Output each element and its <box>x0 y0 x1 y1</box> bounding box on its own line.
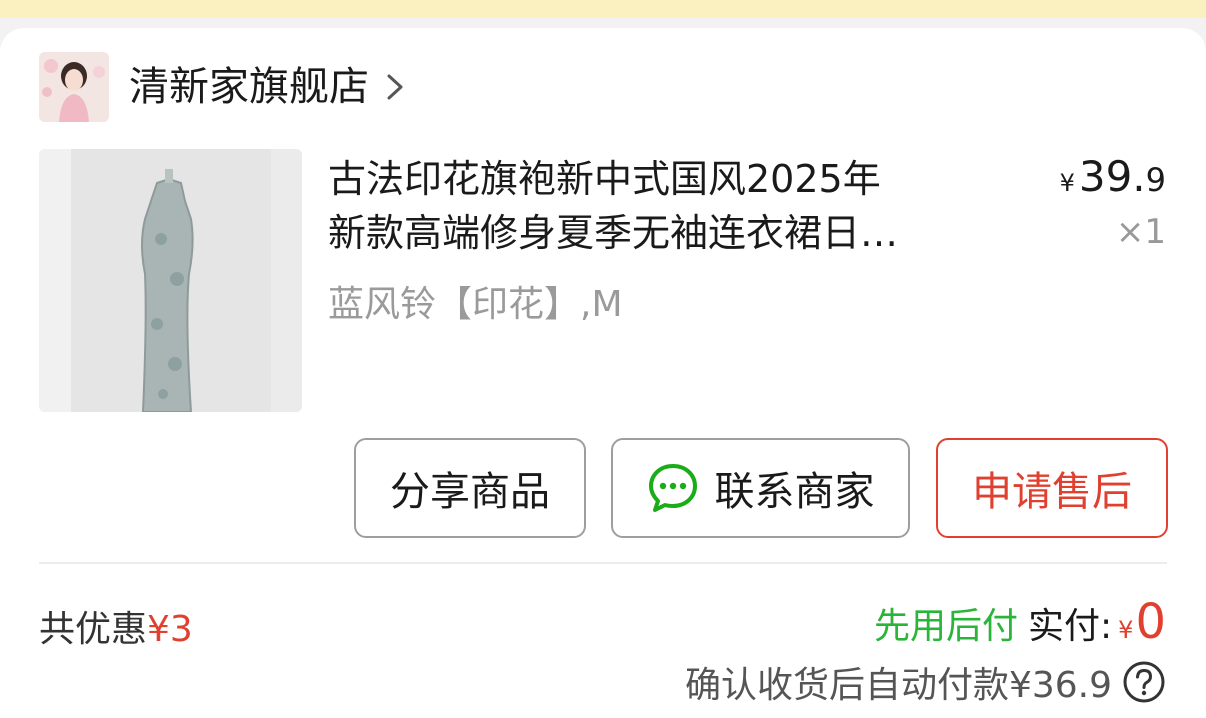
chat-bubble-icon <box>648 464 697 512</box>
question-mark-icon[interactable] <box>1122 660 1166 704</box>
pay-later-label: 先用后付 <box>874 606 1019 647</box>
store-avatar <box>39 52 109 122</box>
paid-currency: ¥ <box>1118 616 1134 644</box>
price-decimal: 9 <box>1145 161 1166 199</box>
payment-summary: 先用后付 实付: ¥ 0 <box>874 594 1166 650</box>
product-title-line-1: 古法印花旗袍新中式国风2025年 <box>328 157 881 201</box>
paid-amount: 0 <box>1135 594 1166 650</box>
share-product-button[interactable]: 分享商品 <box>354 438 586 538</box>
chevron-right-icon <box>387 74 403 100</box>
after-sale-label: 申请售后 <box>972 469 1132 515</box>
product-spec: 蓝风铃【印花】,M <box>328 284 623 325</box>
contact-merchant-button[interactable]: 联系商家 <box>611 438 910 538</box>
product-quantity: ×1 <box>1115 212 1166 252</box>
store-name: 清新家旗舰店 <box>129 64 369 110</box>
share-product-label: 分享商品 <box>390 469 550 515</box>
auto-pay-note: 确认收货后自动付款¥36.9 <box>685 656 1166 708</box>
product-title-line-2: 新款高端修身夏季无袖连衣裙日… <box>328 211 899 255</box>
store-header[interactable]: 清新家旗舰店 <box>39 52 407 122</box>
price-currency: ¥ <box>1059 169 1075 197</box>
auto-pay-text: 确认收货后自动付款¥36.9 <box>684 665 1112 706</box>
discount-summary: 共优惠¥3 <box>39 600 193 652</box>
contact-merchant-label: 联系商家 <box>714 469 875 515</box>
product-title[interactable]: 古法印花旗袍新中式国风2025年 新款高端修身夏季无袖连衣裙日… <box>328 152 1018 260</box>
discount-amount: ¥3 <box>147 609 193 650</box>
product-image[interactable] <box>39 149 302 412</box>
top-banner <box>0 0 1206 18</box>
product-price: ¥ 39. 9 <box>1060 152 1166 201</box>
divider <box>39 562 1167 564</box>
discount-label: 共优惠 <box>39 609 148 650</box>
price-integer: 39. <box>1078 152 1146 201</box>
after-sale-button[interactable]: 申请售后 <box>936 438 1168 538</box>
order-card: 清新家旗舰店 古法印花旗袍新中式国风2025年 新款高端修身夏季无袖连衣裙日… … <box>0 28 1206 718</box>
paid-label: 实付: <box>1028 606 1113 647</box>
